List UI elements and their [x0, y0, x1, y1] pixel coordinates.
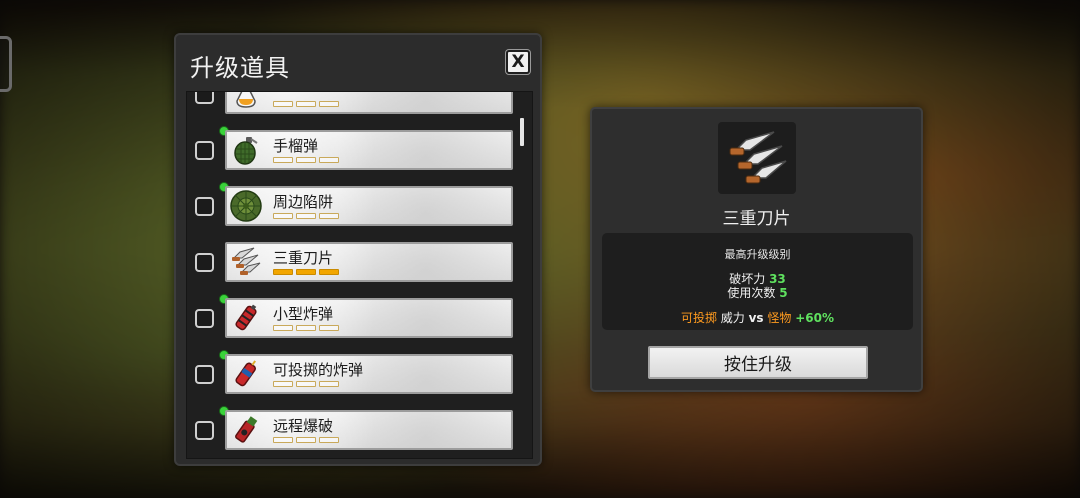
list-item-4[interactable]: 小型炸弹 [187, 294, 517, 338]
item-name: 小型炸弹 [273, 305, 334, 323]
item-card[interactable]: 三重刀片 [225, 242, 513, 282]
item-checkbox[interactable] [195, 421, 214, 440]
level-pip-filled [296, 269, 316, 275]
item-checkbox[interactable] [195, 141, 214, 160]
upgrade-items-panel: 升级道具 X 手榴弹 周边陷阱 三重刀片 小型炸弹 可投掷的炸弹 远程爆破 [174, 33, 542, 466]
throwable-bomb-icon [229, 357, 263, 391]
grenade-icon [229, 133, 263, 167]
level-pip [296, 325, 316, 331]
bonus-vs: vs [748, 311, 764, 325]
level-pip [319, 381, 339, 387]
uses-label: 使用次数 [727, 286, 776, 300]
level-pip [273, 157, 293, 163]
level-pip [296, 437, 316, 443]
item-card[interactable]: 周边陷阱 [225, 186, 513, 226]
close-button[interactable]: X [506, 50, 530, 74]
level-pip [319, 213, 339, 219]
item-card[interactable] [225, 92, 513, 114]
item-checkbox[interactable] [195, 92, 214, 104]
item-card[interactable]: 手榴弹 [225, 130, 513, 170]
menu-hex-button[interactable] [0, 36, 12, 92]
item-name: 手榴弹 [273, 137, 319, 155]
level-pip-filled [319, 269, 339, 275]
level-pip [296, 157, 316, 163]
level-pip [296, 381, 316, 387]
list-item-0[interactable] [187, 92, 517, 114]
level-pip [296, 101, 316, 107]
item-card[interactable]: 可投掷的炸弹 [225, 354, 513, 394]
level-pips [273, 101, 339, 107]
triple-blades-icon [229, 245, 263, 279]
landmine-icon [229, 189, 263, 223]
item-name: 可投掷的炸弹 [273, 361, 364, 379]
list-item-3[interactable]: 三重刀片 [187, 242, 517, 282]
item-name: 周边陷阱 [273, 193, 334, 211]
uses-stat: 使用次数 5 [602, 284, 913, 301]
level-pips [273, 157, 339, 163]
list-item-2[interactable]: 周边陷阱 [187, 182, 517, 226]
bonus-type: 可投掷 [680, 311, 717, 325]
level-pip [273, 381, 293, 387]
upgrade-item-list[interactable]: 手榴弹 周边陷阱 三重刀片 小型炸弹 可投掷的炸弹 远程爆破 [186, 91, 533, 459]
level-pip [273, 437, 293, 443]
small-bomb-icon [229, 301, 263, 335]
item-name: 远程爆破 [273, 417, 334, 435]
bonus-stat: 可投掷 威力 vs 怪物 +60% [602, 309, 913, 326]
potion-icon [229, 92, 263, 111]
item-checkbox[interactable] [195, 365, 214, 384]
level-pip [273, 213, 293, 219]
detail-item-name: 三重刀片 [722, 209, 791, 229]
list-item-5[interactable]: 可投掷的炸弹 [187, 350, 517, 394]
level-pip-filled [273, 269, 293, 275]
level-pip [319, 157, 339, 163]
bonus-value: +60% [795, 311, 835, 325]
list-item-6[interactable]: 远程爆破 [187, 406, 517, 450]
bonus-target: 怪物 [767, 311, 792, 325]
triple-blades-icon [718, 122, 796, 194]
item-detail-panel: 三重刀片 最高升级级别 破坏力 33 使用次数 5 可投掷 威力 vs 怪物 +… [590, 107, 923, 392]
level-pips [273, 437, 339, 443]
uses-value: 5 [779, 286, 788, 300]
panel-title: 升级道具 [190, 54, 290, 82]
stats-box: 最高升级级别 破坏力 33 使用次数 5 可投掷 威力 vs 怪物 +60% [602, 233, 913, 330]
level-pip [273, 325, 293, 331]
remote-detonator-icon [229, 413, 263, 447]
level-pips [273, 213, 339, 219]
max-level-label: 最高升级级别 [724, 248, 791, 261]
item-checkbox[interactable] [195, 197, 214, 216]
item-card[interactable]: 小型炸弹 [225, 298, 513, 338]
hold-to-upgrade-button[interactable]: 按住升级 [648, 346, 868, 379]
level-pip [296, 213, 316, 219]
bonus-mid: 威力 [716, 311, 749, 325]
list-scrollbar[interactable] [520, 118, 524, 146]
item-checkbox[interactable] [195, 309, 214, 328]
level-pip [319, 101, 339, 107]
item-name: 三重刀片 [273, 249, 334, 267]
level-pip [273, 101, 293, 107]
level-pips [273, 325, 339, 331]
item-card[interactable]: 远程爆破 [225, 410, 513, 450]
list-item-1[interactable]: 手榴弹 [187, 126, 517, 170]
level-pip [319, 325, 339, 331]
item-checkbox[interactable] [195, 253, 214, 272]
level-pip [319, 437, 339, 443]
level-pips [273, 269, 339, 275]
level-pips [273, 381, 339, 387]
